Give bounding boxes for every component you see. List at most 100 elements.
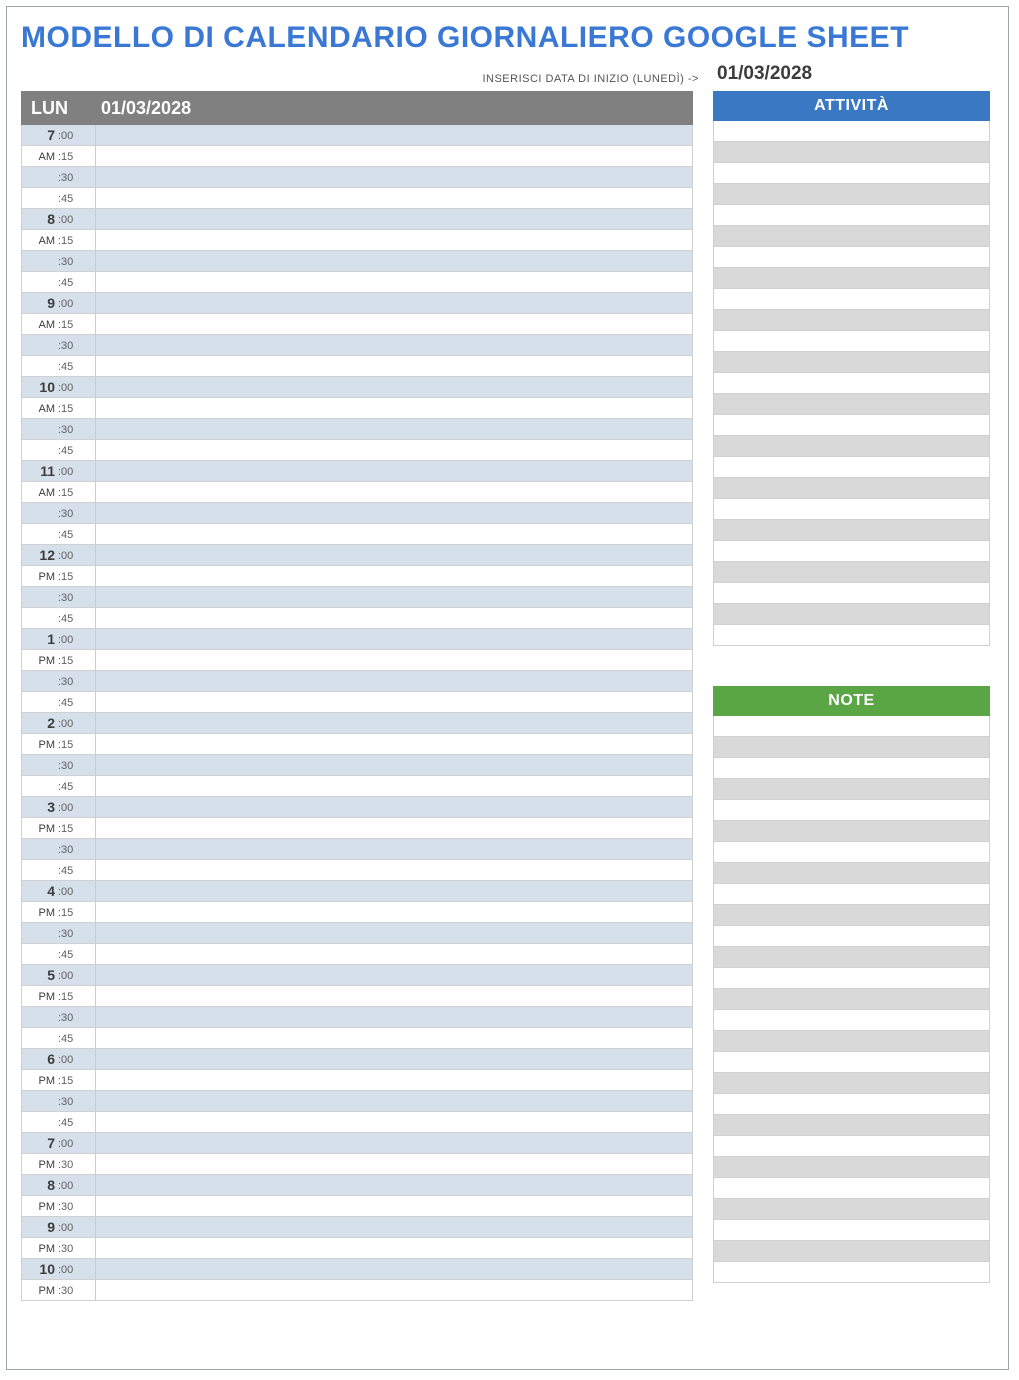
activity-row[interactable] (714, 394, 989, 415)
time-slot[interactable]: :30 (22, 167, 692, 188)
slot-cell[interactable] (96, 566, 692, 586)
notes-row[interactable] (714, 1031, 989, 1052)
activity-row[interactable] (714, 457, 989, 478)
activity-row[interactable] (714, 541, 989, 562)
time-slot[interactable]: :30 (22, 503, 692, 524)
activity-row[interactable] (714, 583, 989, 604)
time-slot[interactable]: 1:00 (22, 629, 692, 650)
time-slot[interactable]: AM:15 (22, 314, 692, 335)
activity-row[interactable] (714, 478, 989, 499)
time-slot[interactable]: 2:00 (22, 713, 692, 734)
time-slot[interactable]: :45 (22, 776, 692, 797)
notes-row[interactable] (714, 1241, 989, 1262)
time-slot[interactable]: 7:00 (22, 125, 692, 146)
time-slot[interactable]: :30 (22, 923, 692, 944)
slot-cell[interactable] (96, 482, 692, 502)
time-slot[interactable]: PM:15 (22, 650, 692, 671)
notes-row[interactable] (714, 842, 989, 863)
time-slot[interactable]: 4:00 (22, 881, 692, 902)
activity-row[interactable] (714, 184, 989, 205)
slot-cell[interactable] (96, 1217, 692, 1237)
time-slot[interactable]: :30 (22, 1091, 692, 1112)
time-slot[interactable]: :45 (22, 356, 692, 377)
notes-row[interactable] (714, 1220, 989, 1241)
slot-cell[interactable] (96, 944, 692, 964)
notes-row[interactable] (714, 989, 989, 1010)
time-slot[interactable]: PM:15 (22, 818, 692, 839)
slot-cell[interactable] (96, 650, 692, 670)
notes-row[interactable] (714, 863, 989, 884)
notes-row[interactable] (714, 1136, 989, 1157)
time-slot[interactable]: 10:00 (22, 1259, 692, 1280)
slot-cell[interactable] (96, 860, 692, 880)
time-slot[interactable]: 3:00 (22, 797, 692, 818)
activity-row[interactable] (714, 415, 989, 436)
time-slot[interactable]: :30 (22, 1007, 692, 1028)
slot-cell[interactable] (96, 1028, 692, 1048)
notes-row[interactable] (714, 1178, 989, 1199)
slot-cell[interactable] (96, 692, 692, 712)
slot-cell[interactable] (96, 230, 692, 250)
time-slot[interactable]: :45 (22, 692, 692, 713)
slot-cell[interactable] (96, 776, 692, 796)
slot-cell[interactable] (96, 314, 692, 334)
notes-row[interactable] (714, 779, 989, 800)
time-slot[interactable]: PM:15 (22, 734, 692, 755)
activity-row[interactable] (714, 289, 989, 310)
time-slot[interactable]: AM:15 (22, 230, 692, 251)
slot-cell[interactable] (96, 923, 692, 943)
slot-cell[interactable] (96, 524, 692, 544)
slot-cell[interactable] (96, 1259, 692, 1279)
slot-cell[interactable] (96, 356, 692, 376)
slot-cell[interactable] (96, 608, 692, 628)
slot-cell[interactable] (96, 629, 692, 649)
notes-row[interactable] (714, 1262, 989, 1283)
notes-row[interactable] (714, 1157, 989, 1178)
activity-row[interactable] (714, 373, 989, 394)
time-slot[interactable]: :45 (22, 1112, 692, 1133)
time-slot[interactable]: :45 (22, 944, 692, 965)
activity-row[interactable] (714, 226, 989, 247)
time-slot[interactable]: :30 (22, 335, 692, 356)
activity-row[interactable] (714, 604, 989, 625)
time-slot[interactable]: :45 (22, 188, 692, 209)
slot-cell[interactable] (96, 1238, 692, 1258)
slot-cell[interactable] (96, 902, 692, 922)
notes-row[interactable] (714, 884, 989, 905)
start-date-value[interactable]: 01/03/2028 (717, 63, 994, 85)
slot-cell[interactable] (96, 818, 692, 838)
time-slot[interactable]: 7:00 (22, 1133, 692, 1154)
time-slot[interactable]: 6:00 (22, 1049, 692, 1070)
slot-cell[interactable] (96, 335, 692, 355)
activity-row[interactable] (714, 625, 989, 646)
slot-cell[interactable] (96, 251, 692, 271)
slot-cell[interactable] (96, 293, 692, 313)
time-slot[interactable]: AM:15 (22, 398, 692, 419)
time-slot[interactable]: :30 (22, 839, 692, 860)
slot-cell[interactable] (96, 755, 692, 775)
slot-cell[interactable] (96, 398, 692, 418)
activity-row[interactable] (714, 142, 989, 163)
notes-row[interactable] (714, 737, 989, 758)
time-slot[interactable]: 5:00 (22, 965, 692, 986)
slot-cell[interactable] (96, 1133, 692, 1153)
time-slot[interactable]: 8:00 (22, 1175, 692, 1196)
notes-row[interactable] (714, 1199, 989, 1220)
activity-row[interactable] (714, 520, 989, 541)
slot-cell[interactable] (96, 125, 692, 145)
slot-cell[interactable] (96, 965, 692, 985)
slot-cell[interactable] (96, 1280, 692, 1300)
time-slot[interactable]: PM:30 (22, 1196, 692, 1217)
slot-cell[interactable] (96, 797, 692, 817)
notes-row[interactable] (714, 1073, 989, 1094)
time-slot[interactable]: :30 (22, 755, 692, 776)
time-slot[interactable]: 10:00 (22, 377, 692, 398)
time-slot[interactable]: :30 (22, 671, 692, 692)
activity-row[interactable] (714, 562, 989, 583)
time-slot[interactable]: AM:15 (22, 146, 692, 167)
time-slot[interactable]: :30 (22, 419, 692, 440)
slot-cell[interactable] (96, 1091, 692, 1111)
slot-cell[interactable] (96, 1196, 692, 1216)
time-slot[interactable]: PM:15 (22, 986, 692, 1007)
notes-row[interactable] (714, 716, 989, 737)
